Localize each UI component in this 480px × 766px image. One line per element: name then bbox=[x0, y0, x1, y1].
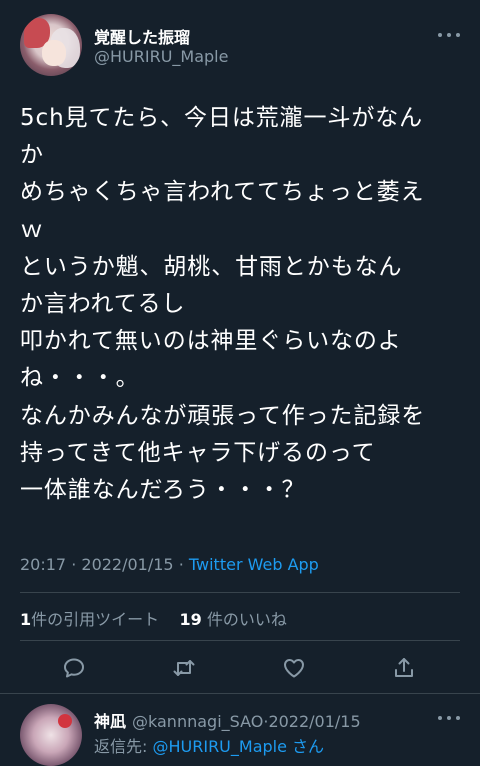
tweet-meta: 20:17 · 2022/01/15 · Twitter Web App bbox=[20, 555, 319, 574]
replying-to-line: 返信先: @HURIRU_Maple さん bbox=[94, 733, 324, 757]
tweet-line: ｗ bbox=[20, 216, 44, 243]
meta-separator: · bbox=[178, 555, 184, 574]
reply-author-avatar[interactable] bbox=[20, 704, 82, 766]
share-button[interactable] bbox=[388, 652, 420, 684]
meta-separator: · bbox=[71, 555, 77, 574]
like-icon bbox=[284, 659, 304, 678]
tweet-line: 一体誰なんだろう・・・？ bbox=[20, 477, 306, 504]
author-display-name[interactable]: 覚醒した振瑠 bbox=[94, 24, 190, 48]
retweet-button[interactable] bbox=[168, 652, 200, 684]
reply-more-options-icon[interactable] bbox=[438, 716, 460, 722]
replying-label: 返信先: bbox=[94, 737, 153, 756]
source-app-link[interactable]: Twitter Web App bbox=[189, 555, 319, 574]
author-avatar[interactable] bbox=[20, 14, 82, 76]
reply-icon bbox=[64, 658, 84, 678]
replying-to-mention[interactable]: @HURIRU_Maple bbox=[152, 737, 286, 756]
tweet-line: か言われてるし bbox=[20, 291, 186, 318]
retweet-icon bbox=[173, 660, 195, 676]
tweet-line: めちゃくちゃ言われててちょっと萎え bbox=[20, 179, 425, 206]
quote-label: 件の引用ツイート bbox=[31, 610, 160, 629]
quote-count: 1 bbox=[20, 610, 32, 629]
tweet-line: というか魈、胡桃、甘雨とかもなん bbox=[20, 253, 403, 280]
reply-handle[interactable]: @kannnagi_SAO bbox=[132, 712, 263, 731]
reply-display-name[interactable]: 神凪 bbox=[94, 712, 126, 731]
tweet-line: ね・・・。 bbox=[20, 365, 140, 392]
tweet-line: か bbox=[20, 142, 44, 169]
tweet-line: 持ってきて他キャラ下げるのって bbox=[20, 439, 376, 466]
tweet-stats: 1件の引用ツイート 19 件のいいね bbox=[20, 606, 287, 630]
author-handle[interactable]: @HURIRU_Maple bbox=[94, 47, 228, 66]
more-options-icon[interactable] bbox=[438, 33, 460, 39]
like-button[interactable] bbox=[278, 652, 310, 684]
tweet-line: 5ch見てたら、今日は荒瀧一斗がなん bbox=[20, 105, 424, 131]
tweet-line: なんかみんなが頑張って作った記録を bbox=[20, 402, 426, 429]
divider bbox=[20, 640, 460, 641]
tweet-time[interactable]: 20:17 bbox=[20, 555, 66, 574]
divider bbox=[0, 693, 480, 694]
replying-suffix: さん bbox=[292, 737, 325, 756]
reply-button[interactable] bbox=[58, 652, 90, 684]
share-icon bbox=[395, 658, 413, 677]
divider bbox=[20, 592, 460, 593]
like-count: 19 bbox=[179, 610, 202, 629]
like-label: 件のいいね bbox=[206, 610, 287, 629]
reply-date[interactable]: 2022/01/15 bbox=[268, 712, 360, 731]
tweet-date[interactable]: 2022/01/15 bbox=[81, 555, 173, 574]
reply-header: 神凪 @kannnagi_SAO·2022/01/15 bbox=[94, 708, 361, 732]
tweet-text: 5ch見てたら、今日は荒瀧一斗がなん か めちゃくちゃ言われててちょっと萎え ｗ… bbox=[20, 100, 460, 509]
likes-link[interactable]: 19 件のいいね bbox=[180, 610, 287, 629]
tweet-line: 叩かれて無いのは神里ぐらいなのよ bbox=[20, 328, 402, 355]
quote-tweets-link[interactable]: 1件の引用ツイート bbox=[20, 610, 159, 629]
